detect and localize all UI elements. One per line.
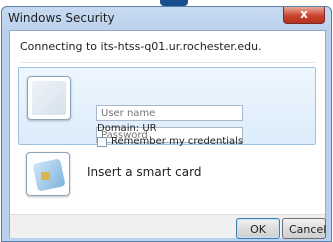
smart-card-chip	[41, 172, 50, 180]
user-tile-icon	[27, 76, 71, 120]
smart-card-icon	[26, 152, 70, 196]
close-button[interactable]: x	[283, 7, 325, 24]
window-title: Windows Security	[8, 11, 115, 25]
divider	[20, 62, 316, 63]
button-bar: OK Cancel	[10, 214, 326, 239]
remember-checkbox[interactable]	[97, 137, 107, 147]
smart-card-label: Insert a smart card	[87, 165, 202, 179]
title-bar[interactable]: Windows Security x	[2, 7, 331, 29]
remember-label: Remember my credentials	[111, 136, 244, 147]
ok-button[interactable]: OK	[236, 218, 280, 239]
cancel-button[interactable]: Cancel	[282, 218, 326, 239]
connecting-message: Connecting to its-htss-q01.ur.rochester.…	[20, 40, 262, 53]
dialog-body: Connecting to its-htss-q01.ur.rochester.…	[9, 30, 326, 239]
credential-tile-selected[interactable]	[18, 67, 316, 145]
domain-label: Domain: UR	[97, 123, 157, 134]
windows-security-dialog: Windows Security x Connecting to its-hts…	[1, 6, 332, 242]
username-input[interactable]	[96, 105, 243, 121]
close-icon: x	[300, 7, 308, 21]
smart-card-tile[interactable]: Insert a smart card	[18, 152, 316, 202]
user-tile-picture	[32, 81, 66, 115]
